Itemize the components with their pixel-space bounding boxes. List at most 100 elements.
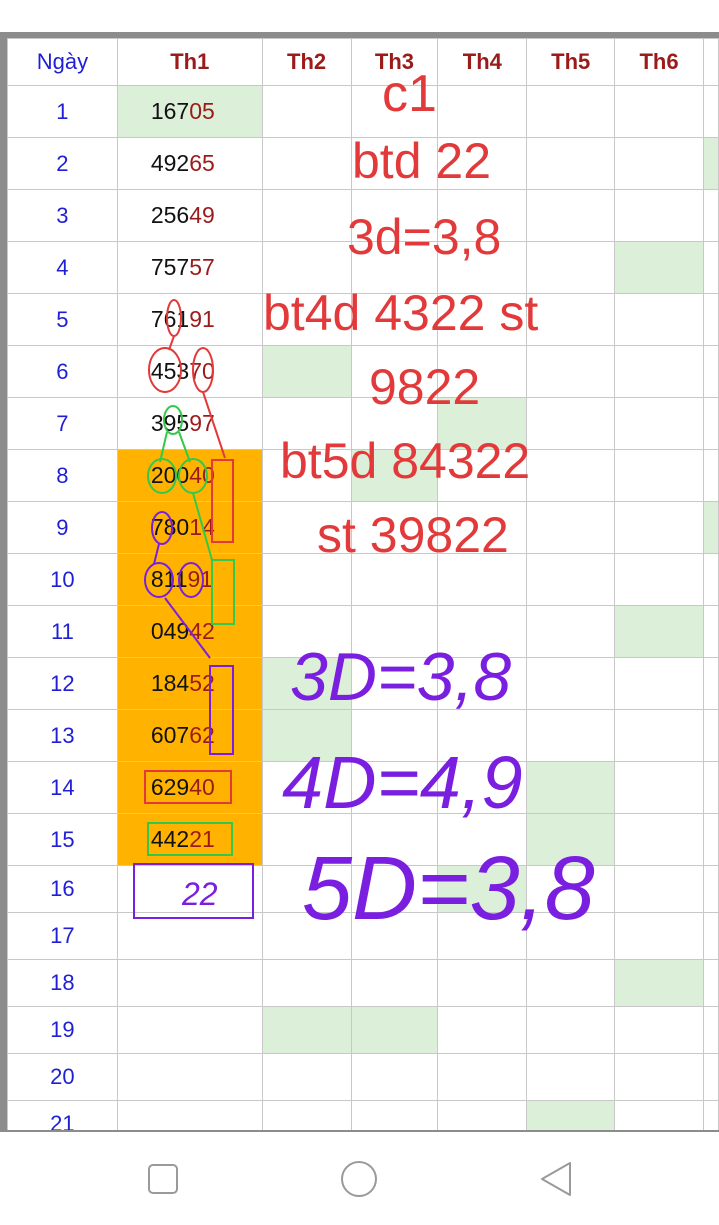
header-th3[interactable]: Th3 [350,38,439,86]
th1-cell[interactable] [116,912,263,960]
cell-col-7[interactable] [702,605,719,658]
day-cell[interactable]: 10 [7,553,118,606]
cell-col-4[interactable] [437,293,528,346]
cell-col-4[interactable] [437,397,528,450]
cell-col-2[interactable] [261,813,352,866]
cell-col-3[interactable] [350,605,439,658]
cell-col-4[interactable] [437,1006,528,1054]
cell-col-2[interactable] [261,553,352,606]
cell-col-6[interactable] [614,553,704,606]
cell-col-3[interactable] [350,189,439,242]
cell-col-5[interactable] [526,912,616,960]
cell-col-2[interactable] [261,1006,352,1054]
cell-col-3[interactable] [350,865,439,913]
th1-cell[interactable]: 62940 [116,761,263,814]
cell-col-3[interactable] [350,345,439,398]
cell-col-5[interactable] [526,959,616,1007]
header-day[interactable]: Ngày [7,38,118,86]
cell-col-2[interactable] [261,449,352,502]
home-button[interactable] [337,1157,381,1201]
cell-col-4[interactable] [437,85,528,138]
back-button[interactable] [534,1157,578,1201]
cell-col-4[interactable] [437,657,528,710]
cell-col-3[interactable] [350,1053,439,1101]
day-cell[interactable]: 14 [7,761,118,814]
cell-col-5[interactable] [526,397,616,450]
day-cell[interactable]: 6 [7,345,118,398]
cell-col-4[interactable] [437,137,528,190]
day-cell[interactable]: 17 [7,912,118,960]
th1-cell[interactable]: 49265 [116,137,263,190]
cell-col-4[interactable] [437,709,528,762]
cell-col-4[interactable] [437,959,528,1007]
cell-col-5[interactable] [526,501,616,554]
cell-col-4[interactable] [437,189,528,242]
cell-col-6[interactable] [614,189,704,242]
cell-col-2[interactable] [261,709,352,762]
cell-col-6[interactable] [614,293,704,346]
day-cell[interactable]: 16 [7,865,118,913]
cell-col-6[interactable] [614,657,704,710]
cell-col-3[interactable] [350,912,439,960]
cell-col-3[interactable] [350,553,439,606]
cell-col-6[interactable] [614,345,704,398]
cell-col-7[interactable] [702,761,719,814]
cell-col-6[interactable] [614,137,704,190]
day-cell[interactable]: 12 [7,657,118,710]
cell-col-7[interactable] [702,865,719,913]
cell-col-6[interactable] [614,761,704,814]
th1-cell[interactable] [116,1100,263,1130]
cell-col-3[interactable] [350,397,439,450]
cell-col-4[interactable] [437,1053,528,1101]
cell-col-6[interactable] [614,813,704,866]
cell-col-2[interactable] [261,293,352,346]
th1-cell[interactable]: 76191 [116,293,263,346]
day-cell[interactable]: 21 [7,1100,118,1130]
th1-cell[interactable]: 45370 [116,345,263,398]
th1-cell[interactable]: 16705 [116,85,263,138]
cell-col-5[interactable] [526,241,616,294]
cell-col-6[interactable] [614,241,704,294]
th1-cell[interactable]: 44221 [116,813,263,866]
cell-col-5[interactable] [526,449,616,502]
cell-col-2[interactable] [261,397,352,450]
th1-cell[interactable]: 25649 [116,189,263,242]
cell-col-2[interactable] [261,1100,352,1130]
cell-col-4[interactable] [437,241,528,294]
day-cell[interactable]: 3 [7,189,118,242]
cell-col-2[interactable] [261,865,352,913]
cell-col-5[interactable] [526,865,616,913]
cell-col-3[interactable] [350,1006,439,1054]
cell-col-7[interactable] [702,241,719,294]
cell-col-5[interactable] [526,1006,616,1054]
day-cell[interactable]: 11 [7,605,118,658]
cell-col-3[interactable] [350,293,439,346]
cell-col-2[interactable] [261,501,352,554]
cell-col-5[interactable] [526,605,616,658]
cell-col-5[interactable] [526,189,616,242]
cell-col-4[interactable] [437,501,528,554]
cell-col-7[interactable] [702,189,719,242]
day-cell[interactable]: 7 [7,397,118,450]
cell-col-5[interactable] [526,137,616,190]
cell-col-2[interactable] [261,761,352,814]
cell-col-4[interactable] [437,813,528,866]
cell-col-2[interactable] [261,1053,352,1101]
day-cell[interactable]: 20 [7,1053,118,1101]
cell-col-3[interactable] [350,657,439,710]
cell-col-7[interactable] [702,137,719,190]
cell-col-6[interactable] [614,397,704,450]
cell-col-5[interactable] [526,1053,616,1101]
cell-col-7[interactable] [702,345,719,398]
cell-col-2[interactable] [261,657,352,710]
day-cell[interactable]: 8 [7,449,118,502]
th1-cell[interactable]: 39597 [116,397,263,450]
cell-col-7[interactable] [702,1053,719,1101]
cell-col-7[interactable] [702,813,719,866]
cell-col-2[interactable] [261,189,352,242]
cell-col-4[interactable] [437,449,528,502]
cell-col-4[interactable] [437,553,528,606]
recent-apps-button[interactable] [141,1157,185,1201]
cell-col-3[interactable] [350,959,439,1007]
th1-cell[interactable]: 78014 [116,501,263,554]
